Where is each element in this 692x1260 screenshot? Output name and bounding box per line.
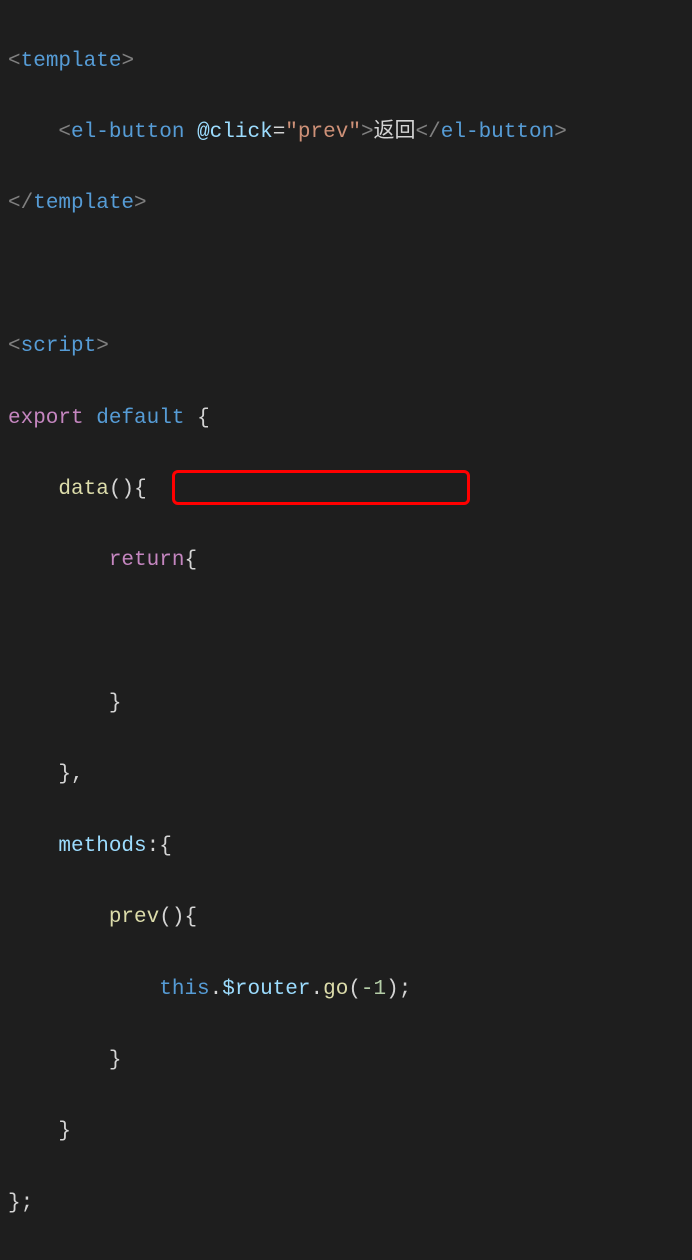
code-line <box>8 615 684 651</box>
bracket: </ <box>8 192 33 215</box>
brace: } <box>8 1192 21 1215</box>
code-line: <el-button @click="prev">返回</el-button> <box>8 115 684 151</box>
code-line: }; <box>8 1186 684 1222</box>
space <box>184 407 197 430</box>
space <box>184 121 197 144</box>
paren: ( <box>348 978 361 1001</box>
keyword: export <box>8 407 84 430</box>
method: go <box>323 978 348 1001</box>
indent <box>8 835 58 858</box>
bracket: < <box>58 121 71 144</box>
number: -1 <box>361 978 386 1001</box>
dot: . <box>210 978 223 1001</box>
string-value: prev <box>298 121 348 144</box>
code-line: export default { <box>8 401 684 437</box>
indent <box>8 763 58 786</box>
brace: { <box>184 549 197 572</box>
code-line <box>8 258 684 294</box>
code-line: return{ <box>8 543 684 579</box>
quote: " <box>348 121 361 144</box>
indent <box>8 906 109 929</box>
brace: } <box>58 1120 71 1143</box>
method: data <box>58 478 108 501</box>
code-line: <template> <box>8 44 684 80</box>
code-line: this.$router.go(-1); <box>8 972 684 1008</box>
quote: " <box>285 121 298 144</box>
bracket: > <box>96 335 109 358</box>
semicolon: ; <box>21 1192 34 1215</box>
brace: { <box>159 835 172 858</box>
keyword: return <box>109 549 185 572</box>
bracket: > <box>121 50 134 73</box>
bracket: > <box>361 121 374 144</box>
indent <box>8 978 159 1001</box>
dot: . <box>310 978 323 1001</box>
brace: { <box>184 906 197 929</box>
indent <box>8 1049 109 1072</box>
indent <box>8 692 109 715</box>
code-line: } <box>8 1114 684 1150</box>
brace: } <box>58 763 71 786</box>
code-line: methods:{ <box>8 829 684 865</box>
brace: } <box>109 1049 122 1072</box>
parens: () <box>159 906 184 929</box>
property: methods <box>58 835 146 858</box>
code-editor[interactable]: <template> <el-button @click="prev">返回</… <box>8 8 684 1260</box>
code-line: </script> <box>8 1257 684 1260</box>
brace: { <box>134 478 147 501</box>
equals: = <box>273 121 286 144</box>
bracket: < <box>8 50 21 73</box>
code-line: } <box>8 1043 684 1079</box>
property: $router <box>222 978 310 1001</box>
bracket: < <box>8 335 21 358</box>
bracket: </ <box>416 121 441 144</box>
tag: template <box>33 192 134 215</box>
attribute: @click <box>197 121 273 144</box>
indent <box>8 478 58 501</box>
brace: { <box>197 407 210 430</box>
indent <box>8 1120 58 1143</box>
method: prev <box>109 906 159 929</box>
tag: el-button <box>441 121 554 144</box>
code-line: prev(){ <box>8 900 684 936</box>
bracket: > <box>134 192 147 215</box>
tag: script <box>21 335 97 358</box>
space <box>84 407 97 430</box>
code-line: <script> <box>8 329 684 365</box>
indent <box>8 121 58 144</box>
brace: } <box>109 692 122 715</box>
parens: () <box>109 478 134 501</box>
indent <box>8 549 109 572</box>
keyword: default <box>96 407 184 430</box>
semicolon: ; <box>399 978 412 1001</box>
tag: template <box>21 50 122 73</box>
text: 返回 <box>374 121 416 144</box>
code-line: } <box>8 686 684 722</box>
tag: el-button <box>71 121 184 144</box>
code-line: }, <box>8 757 684 793</box>
bracket: > <box>554 121 567 144</box>
colon: : <box>147 835 160 858</box>
code-line: </template> <box>8 186 684 222</box>
code-line: data(){ <box>8 472 684 508</box>
comma: , <box>71 763 84 786</box>
paren: ) <box>386 978 399 1001</box>
keyword: this <box>159 978 209 1001</box>
